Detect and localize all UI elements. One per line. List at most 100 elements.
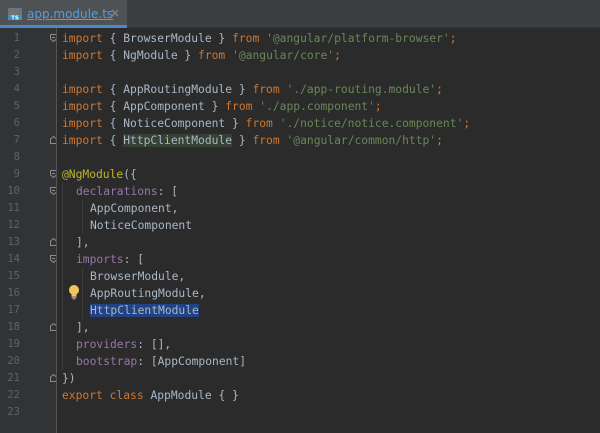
highlighted-identifier[interactable]: HttpClientModule	[123, 134, 233, 147]
tab-app-module[interactable]: TS app.module.ts	[0, 0, 127, 28]
code-text: BrowserModule,	[90, 270, 186, 283]
code-line-20: bootstrap: [AppComponent]	[76, 353, 246, 370]
code-text: })	[62, 372, 76, 385]
code-text: AppRoutingModule,	[90, 287, 206, 300]
code-text: }	[232, 134, 253, 147]
string-literal: './notice/notice.component'	[279, 117, 464, 130]
line-number: 23	[7, 406, 20, 418]
keyword: from	[252, 83, 280, 96]
code-line-16: AppRoutingModule,	[90, 285, 206, 302]
line-number: 10	[7, 185, 20, 197]
line-number: 11	[7, 202, 20, 214]
gutter-separator	[56, 28, 57, 433]
code-editor[interactable]: 1 2 3 4 5 6 7 8 9 10 11 12 13 14 15 16 1…	[0, 28, 600, 433]
line-number: 13	[7, 236, 20, 248]
string-literal: './app-routing.module'	[286, 83, 437, 96]
semicolon: ;	[449, 32, 457, 45]
code-line-10: declarations: [	[76, 183, 178, 200]
code-text: NoticeComponent	[90, 219, 193, 232]
keyword: from	[198, 49, 226, 62]
string-literal: '@angular/platform-browser'	[266, 32, 450, 45]
typescript-icon-label: TS	[11, 15, 19, 21]
editor-tab-bar: TS app.module.ts	[0, 0, 600, 28]
code-text: { BrowserModule }	[102, 32, 233, 45]
code-line-7: import { HttpClientModule } from '@angul…	[62, 132, 443, 149]
keyword: class	[109, 389, 144, 402]
keyword: import	[62, 49, 103, 62]
typescript-file-icon: TS	[8, 8, 22, 21]
keyword: import	[62, 32, 103, 45]
semicolon: ;	[463, 117, 471, 130]
string-literal: '@angular/core'	[232, 49, 335, 62]
code-line-22: export class AppModule { }	[62, 387, 239, 404]
line-number: 9	[13, 168, 20, 180]
line-number: 3	[13, 66, 20, 78]
string-literal: '@angular/common/http'	[286, 134, 437, 147]
code-text: { AppRoutingModule }	[102, 83, 253, 96]
line-number: 5	[13, 100, 20, 112]
keyword: from	[245, 117, 273, 130]
code-area[interactable]: import { BrowserModule } from '@angular/…	[62, 28, 600, 433]
property-name: declarations	[76, 185, 158, 198]
code-text: { AppComponent }	[102, 100, 226, 113]
semicolon: ;	[334, 49, 341, 62]
code-text: : [],	[137, 338, 172, 351]
keyword: from	[252, 134, 280, 147]
property-name: providers	[76, 338, 138, 351]
code-line-4: import { AppRoutingModule } from './app-…	[62, 81, 443, 98]
code-text: { NgModule }	[102, 49, 199, 62]
property-name: bootstrap	[76, 355, 138, 368]
keyword: import	[62, 134, 103, 147]
code-text: ({	[123, 168, 137, 181]
code-line-2: import { NgModule } from '@angular/core'…	[62, 47, 341, 64]
semicolon: ;	[374, 100, 382, 113]
code-text: : [	[123, 253, 145, 266]
code-text: : [	[157, 185, 179, 198]
code-line-5: import { AppComponent } from './app.comp…	[62, 98, 382, 115]
code-line-19: providers: [],	[76, 336, 171, 353]
decorator: @NgModule	[62, 168, 124, 181]
line-number: 15	[7, 270, 20, 282]
string-literal: './app.component'	[259, 100, 375, 113]
line-number-gutter: 1 2 3 4 5 6 7 8 9 10 11 12 13 14 15 16 1…	[0, 28, 57, 433]
code-text: AppComponent,	[90, 202, 179, 215]
line-number: 17	[7, 304, 20, 316]
property-name: imports	[76, 253, 124, 266]
line-number: 14	[7, 253, 20, 265]
keyword: from	[232, 32, 260, 45]
code-text: AppModule { }	[143, 389, 239, 402]
tab-file-name[interactable]: app.module.ts	[27, 7, 113, 21]
code-line-12: NoticeComponent	[90, 217, 192, 234]
keyword: import	[62, 100, 103, 113]
close-icon[interactable]	[109, 7, 121, 19]
code-text: ],	[76, 236, 90, 249]
line-number: 21	[7, 372, 20, 384]
code-text: { NoticeComponent }	[102, 117, 246, 130]
keyword: import	[62, 117, 103, 130]
line-number: 12	[7, 219, 20, 231]
code-line-14: imports: [	[76, 251, 144, 268]
code-text: {	[102, 134, 124, 147]
code-line-11: AppComponent,	[90, 200, 178, 217]
line-number: 6	[13, 117, 20, 129]
ide-window: TS app.module.ts 1 2 3 4 5 6 7 8 9 10 11…	[0, 0, 600, 433]
line-number: 18	[7, 321, 20, 333]
line-number: 16	[7, 287, 20, 299]
semicolon: ;	[436, 134, 443, 147]
line-number: 20	[7, 355, 20, 367]
code-line-17: HttpClientModule	[90, 302, 199, 319]
line-number: 4	[13, 83, 20, 95]
code-line-1: import { BrowserModule } from '@angular/…	[62, 30, 457, 47]
code-line-15: BrowserModule,	[90, 268, 185, 285]
line-number: 2	[13, 49, 20, 61]
selected-text[interactable]: HttpClientModule	[90, 304, 199, 317]
code-text: ],	[76, 321, 90, 334]
code-line-21: })	[62, 370, 76, 387]
code-line-13: ],	[76, 234, 90, 251]
semicolon: ;	[436, 83, 443, 96]
keyword: export	[62, 389, 103, 402]
line-number: 19	[7, 338, 20, 350]
line-number: 1	[13, 32, 20, 44]
